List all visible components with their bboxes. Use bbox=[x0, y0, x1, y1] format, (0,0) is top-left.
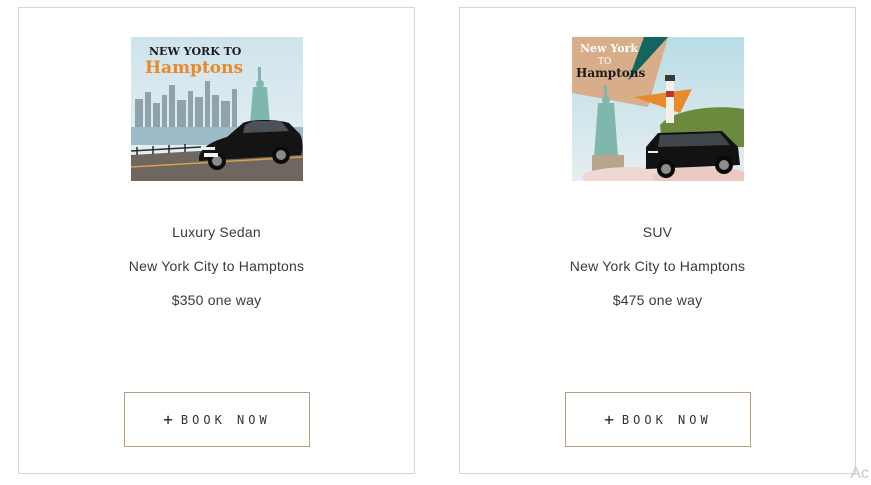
product-price: $475 one way bbox=[612, 292, 703, 308]
product-title: Luxury Sedan bbox=[172, 224, 261, 240]
luxury-sedan-image[interactable]: NEW YORK TO Hamptons bbox=[131, 37, 303, 181]
product-card-luxury-sedan: NEW YORK TO Hamptons Luxury Sedan New Yo… bbox=[18, 7, 415, 474]
book-now-button[interactable]: + BOOK NOW bbox=[124, 392, 310, 447]
product-title: SUV bbox=[642, 224, 673, 240]
product-price: $350 one way bbox=[171, 292, 262, 308]
plus-icon: + bbox=[604, 409, 614, 429]
image-caption-line2: Hamptons bbox=[145, 58, 243, 78]
plus-icon: + bbox=[163, 409, 173, 429]
product-route: New York City to Hamptons bbox=[569, 258, 746, 274]
luxury-sedan-illustration: NEW YORK TO Hamptons bbox=[131, 37, 303, 181]
suv-illustration: New York TO Hamptons bbox=[572, 37, 744, 181]
image-caption-line1: NEW YORK TO bbox=[149, 45, 242, 58]
image-caption-line1: New York bbox=[580, 42, 638, 55]
image-caption-line3: Hamptons bbox=[576, 66, 645, 80]
book-now-label: BOOK NOW bbox=[180, 412, 271, 427]
product-card-suv: New York TO Hamptons SUV New York City t… bbox=[459, 7, 856, 474]
suv-image[interactable]: New York TO Hamptons bbox=[572, 37, 744, 181]
book-now-label: BOOK NOW bbox=[621, 412, 712, 427]
product-route: New York City to Hamptons bbox=[128, 258, 305, 274]
corner-watermark-text: Ac bbox=[850, 465, 869, 482]
book-now-button[interactable]: + BOOK NOW bbox=[565, 392, 751, 447]
